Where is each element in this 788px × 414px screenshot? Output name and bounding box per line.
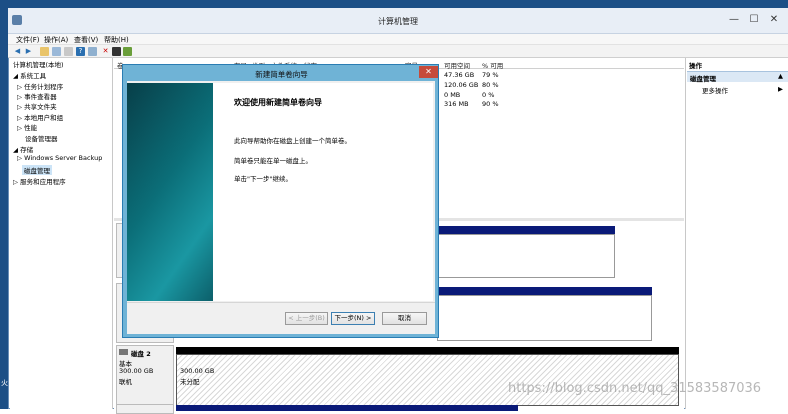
wizard-close-button[interactable]: ✕ xyxy=(419,66,438,78)
tree-storage[interactable]: ◢ 存储 xyxy=(13,144,33,154)
expand-arrow-icon[interactable]: ▷ xyxy=(17,93,22,101)
disk-label-cdrom[interactable] xyxy=(116,404,174,414)
show-hide-tree-icon[interactable] xyxy=(52,47,61,56)
wizard-paragraph-2: 简单卷只能在单一磁盘上。 xyxy=(234,157,312,165)
wizard-footer-divider xyxy=(127,302,435,303)
disk-2-label[interactable]: 磁盘 2 基本 300.00 GB 联机 xyxy=(116,345,174,407)
taskbar-partial-text: 火 xyxy=(1,379,8,387)
navigation-tree: 计算机管理(本地) ◢ 系统工具 ▷ 任务计划程序 ▷ 事件查看器 ▷ 共享文件… xyxy=(10,58,113,409)
tree-task-scheduler[interactable]: ▷ 任务计划程序 xyxy=(17,81,63,91)
disk-2-header-bar xyxy=(176,347,679,354)
submenu-arrow-icon: ▶ xyxy=(778,85,783,93)
expand-arrow-icon[interactable]: ▷ xyxy=(17,83,22,91)
help-icon[interactable]: ? xyxy=(76,47,85,56)
table-row: 0 % xyxy=(482,91,495,99)
maximize-button[interactable]: ☐ xyxy=(745,12,763,28)
menu-file[interactable]: 文件(F) xyxy=(16,35,40,45)
save-icon[interactable] xyxy=(112,47,121,56)
tree-backup[interactable]: ▷ Windows Server Backup xyxy=(17,154,102,162)
disk-2-name: 磁盘 2 xyxy=(131,350,151,358)
table-row: 90 % xyxy=(482,100,499,108)
title-bar: 计算机管理 — ☐ ✕ xyxy=(8,8,788,34)
tree-event-viewer[interactable]: ▷ 事件查看器 xyxy=(17,91,57,101)
tree-disk-management[interactable]: 磁盘管理 xyxy=(22,165,52,175)
expand-arrow-icon[interactable]: ▷ xyxy=(17,114,22,122)
cdrom-header-bar xyxy=(176,405,518,411)
collapse-arrow-icon[interactable]: ◢ xyxy=(13,72,18,80)
disk-icon xyxy=(119,349,128,355)
menu-view[interactable]: 查看(V) xyxy=(74,35,98,45)
disk-0-header-bar xyxy=(437,226,615,234)
cancel-button[interactable]: 取消 xyxy=(382,312,427,325)
table-row: 80 % xyxy=(482,81,499,89)
partition-status: 未分配 xyxy=(180,378,200,386)
table-row: 316 MB xyxy=(444,100,469,108)
table-row: 79 % xyxy=(482,71,499,79)
expand-arrow-icon[interactable]: ▷ xyxy=(17,124,22,132)
wizard-content: 欢迎使用新建简单卷向导 此向导帮助你在磁盘上创建一个简单卷。 简单卷只能在单一磁… xyxy=(213,83,433,301)
wizard-heading: 欢迎使用新建简单卷向导 xyxy=(234,98,322,107)
disk-2-unallocated-partition[interactable]: 300.00 GB 未分配 xyxy=(176,354,679,406)
menu-help[interactable]: 帮助(H) xyxy=(104,35,129,45)
menu-bar: 文件(F) 操作(A) 查看(V) 帮助(H) xyxy=(8,34,788,45)
wizard-paragraph-1: 此向导帮助你在磁盘上创建一个简单卷。 xyxy=(234,137,351,145)
wizard-body: 欢迎使用新建简单卷向导 此向导帮助你在磁盘上创建一个简单卷。 简单卷只能在单一磁… xyxy=(127,81,435,334)
refresh-icon[interactable] xyxy=(123,47,132,56)
up-folder-icon[interactable] xyxy=(40,47,49,56)
col-pct-free[interactable]: % 可用 xyxy=(482,60,503,70)
minimize-button[interactable]: — xyxy=(725,12,743,28)
forward-arrow-icon[interactable]: ▶ xyxy=(24,47,33,56)
list-view-icon[interactable] xyxy=(88,47,97,56)
disk-2-status: 联机 xyxy=(119,378,132,386)
table-row: 120.06 GB xyxy=(444,81,479,89)
more-actions-link[interactable]: 更多操作 xyxy=(702,85,728,95)
partition-size: 300.00 GB xyxy=(180,367,215,375)
tree-services-apps[interactable]: ▷ 服务和应用程序 xyxy=(13,176,66,186)
delete-icon[interactable]: ✕ xyxy=(101,47,110,56)
new-simple-volume-wizard: 新建简单卷向导 ✕ 欢迎使用新建简单卷向导 此向导帮助你在磁盘上创建一个简单卷。… xyxy=(122,64,439,338)
menu-action[interactable]: 操作(A) xyxy=(44,35,68,45)
toolbar: ◀ ▶ ? ✕ xyxy=(8,45,788,58)
disk-0-partition[interactable] xyxy=(437,234,615,278)
disk-1-partition[interactable] xyxy=(437,295,652,341)
wizard-title: 新建简单卷向导 xyxy=(255,70,308,79)
disk-1-header-bar xyxy=(437,287,652,295)
actions-section[interactable]: 磁盘管理 ▲ xyxy=(687,71,788,83)
actions-section-label: 磁盘管理 xyxy=(690,75,716,83)
tree-root[interactable]: 计算机管理(本地) xyxy=(13,59,64,69)
watermark: https://blog.csdn.net/qq_31583587036 xyxy=(508,381,762,396)
tree-device-manager[interactable]: 设备管理器 xyxy=(25,133,58,143)
next-button[interactable]: 下一步(N) > xyxy=(331,312,375,325)
table-row: 0 MB xyxy=(444,91,461,99)
table-row: 47.36 GB xyxy=(444,71,475,79)
collapse-up-icon[interactable]: ▲ xyxy=(778,72,783,80)
actions-title: 操作 xyxy=(689,62,702,70)
tree-performance[interactable]: ▷ 性能 xyxy=(17,122,37,132)
disk-2-size: 300.00 GB xyxy=(119,367,154,375)
window-title: 计算机管理 xyxy=(378,17,418,26)
expand-arrow-icon[interactable]: ▷ xyxy=(17,154,22,162)
actions-pane: 操作 磁盘管理 ▲ 更多操作 ▶ xyxy=(685,58,788,409)
expand-arrow-icon[interactable]: ▷ xyxy=(17,103,22,111)
wizard-paragraph-3: 单击"下一步"继续。 xyxy=(234,175,292,183)
tree-system-tools[interactable]: ◢ 系统工具 xyxy=(13,70,46,80)
back-arrow-icon[interactable]: ◀ xyxy=(13,47,22,56)
collapse-arrow-icon[interactable]: ◢ xyxy=(13,146,18,154)
wizard-side-banner xyxy=(127,83,213,301)
col-free[interactable]: 可用空间 xyxy=(444,60,470,70)
back-button[interactable]: < 上一步(B) xyxy=(285,312,328,325)
tree-shared-folders[interactable]: ▷ 共享文件夹 xyxy=(17,101,57,111)
tree-local-users[interactable]: ▷ 本地用户和组 xyxy=(17,112,63,122)
close-window-button[interactable]: ✕ xyxy=(765,12,783,28)
expand-arrow-icon[interactable]: ▷ xyxy=(13,178,18,186)
properties-icon[interactable] xyxy=(64,47,73,56)
